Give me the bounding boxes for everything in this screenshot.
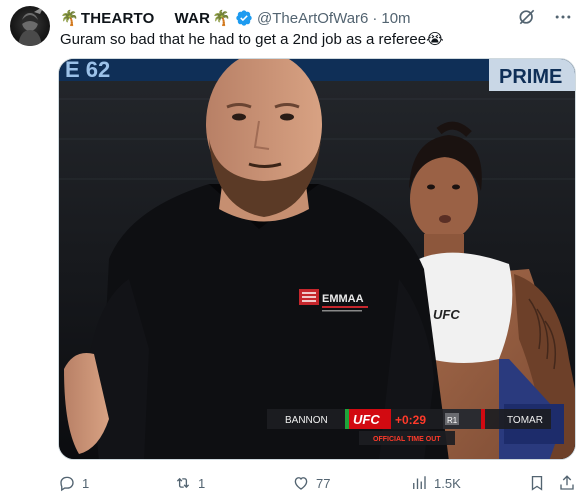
tweet-text: Guram so bad that he had to get a 2nd jo… [60, 31, 444, 48]
svg-text:EMMAA: EMMAA [322, 293, 364, 305]
grok-icon[interactable] [516, 6, 538, 28]
display-name-part2: WAR [174, 9, 211, 27]
repost-icon [176, 477, 190, 489]
repost-count: 1 [198, 475, 206, 491]
like-count: 77 [316, 475, 331, 491]
ufc-referee-photo: E 62 PRIME UFC EMMAA BANNON UFC +0:29 R1… [59, 59, 575, 459]
views-count: 1.5K [434, 475, 461, 491]
scoreboard-round: R1 [447, 416, 458, 425]
tweet-actions: 1 1 77 1.5K [58, 470, 578, 496]
tweet[interactable]: 🌴 THEARTO WAR 🌴 @TheArtOfWar6 · 10m Gura… [0, 0, 584, 503]
scoreboard-time-added: +0:29 [395, 413, 426, 427]
handle[interactable]: @TheArtOfWar6 [257, 10, 368, 27]
views-icon [413, 476, 426, 489]
banner-text-left: E 62 [65, 59, 110, 82]
display-name-part1: THEARTO [80, 9, 155, 27]
tweet-header: 🌴 THEARTO WAR 🌴 @TheArtOfWar6 · 10m [60, 8, 411, 28]
share-icon [560, 475, 574, 490]
repost-button[interactable]: 1 [174, 470, 205, 496]
scoreboard-fighter-right: TOMAR [507, 415, 543, 426]
banner-text-right: PRIME [499, 66, 562, 88]
bookmark-icon [531, 475, 543, 491]
share-button[interactable] [558, 470, 576, 496]
reply-count: 1 [82, 475, 90, 491]
scoreboard-status: OFFICIAL TIME OUT [373, 436, 441, 443]
reply-icon [60, 476, 74, 492]
separator: · [372, 9, 378, 27]
palm-tree-emoji: 🌴 [60, 9, 79, 27]
reply-button[interactable]: 1 [58, 470, 89, 496]
scoreboard-fighter-left: BANNON [285, 415, 328, 426]
tweet-media[interactable]: E 62 PRIME UFC EMMAA BANNON UFC +0:29 R1… [58, 58, 576, 460]
timestamp[interactable]: 10m [381, 10, 410, 27]
sports-bra-logo: UFC [433, 307, 460, 322]
views-button[interactable]: 1.5K [410, 470, 461, 496]
tweet-top-actions [516, 6, 574, 28]
avatar-warrior-image [18, 6, 44, 46]
more-options-icon[interactable] [552, 6, 574, 28]
heart-icon [294, 477, 308, 490]
display-name[interactable]: 🌴 THEARTO WAR 🌴 [60, 10, 231, 27]
bookmark-button[interactable] [528, 470, 546, 496]
scoreboard-brand: UFC [353, 412, 380, 427]
palm-tree-emoji: 🌴 [212, 9, 232, 27]
verified-badge-icon[interactable] [235, 9, 253, 27]
avatar[interactable] [10, 6, 50, 46]
like-button[interactable]: 77 [292, 470, 330, 496]
